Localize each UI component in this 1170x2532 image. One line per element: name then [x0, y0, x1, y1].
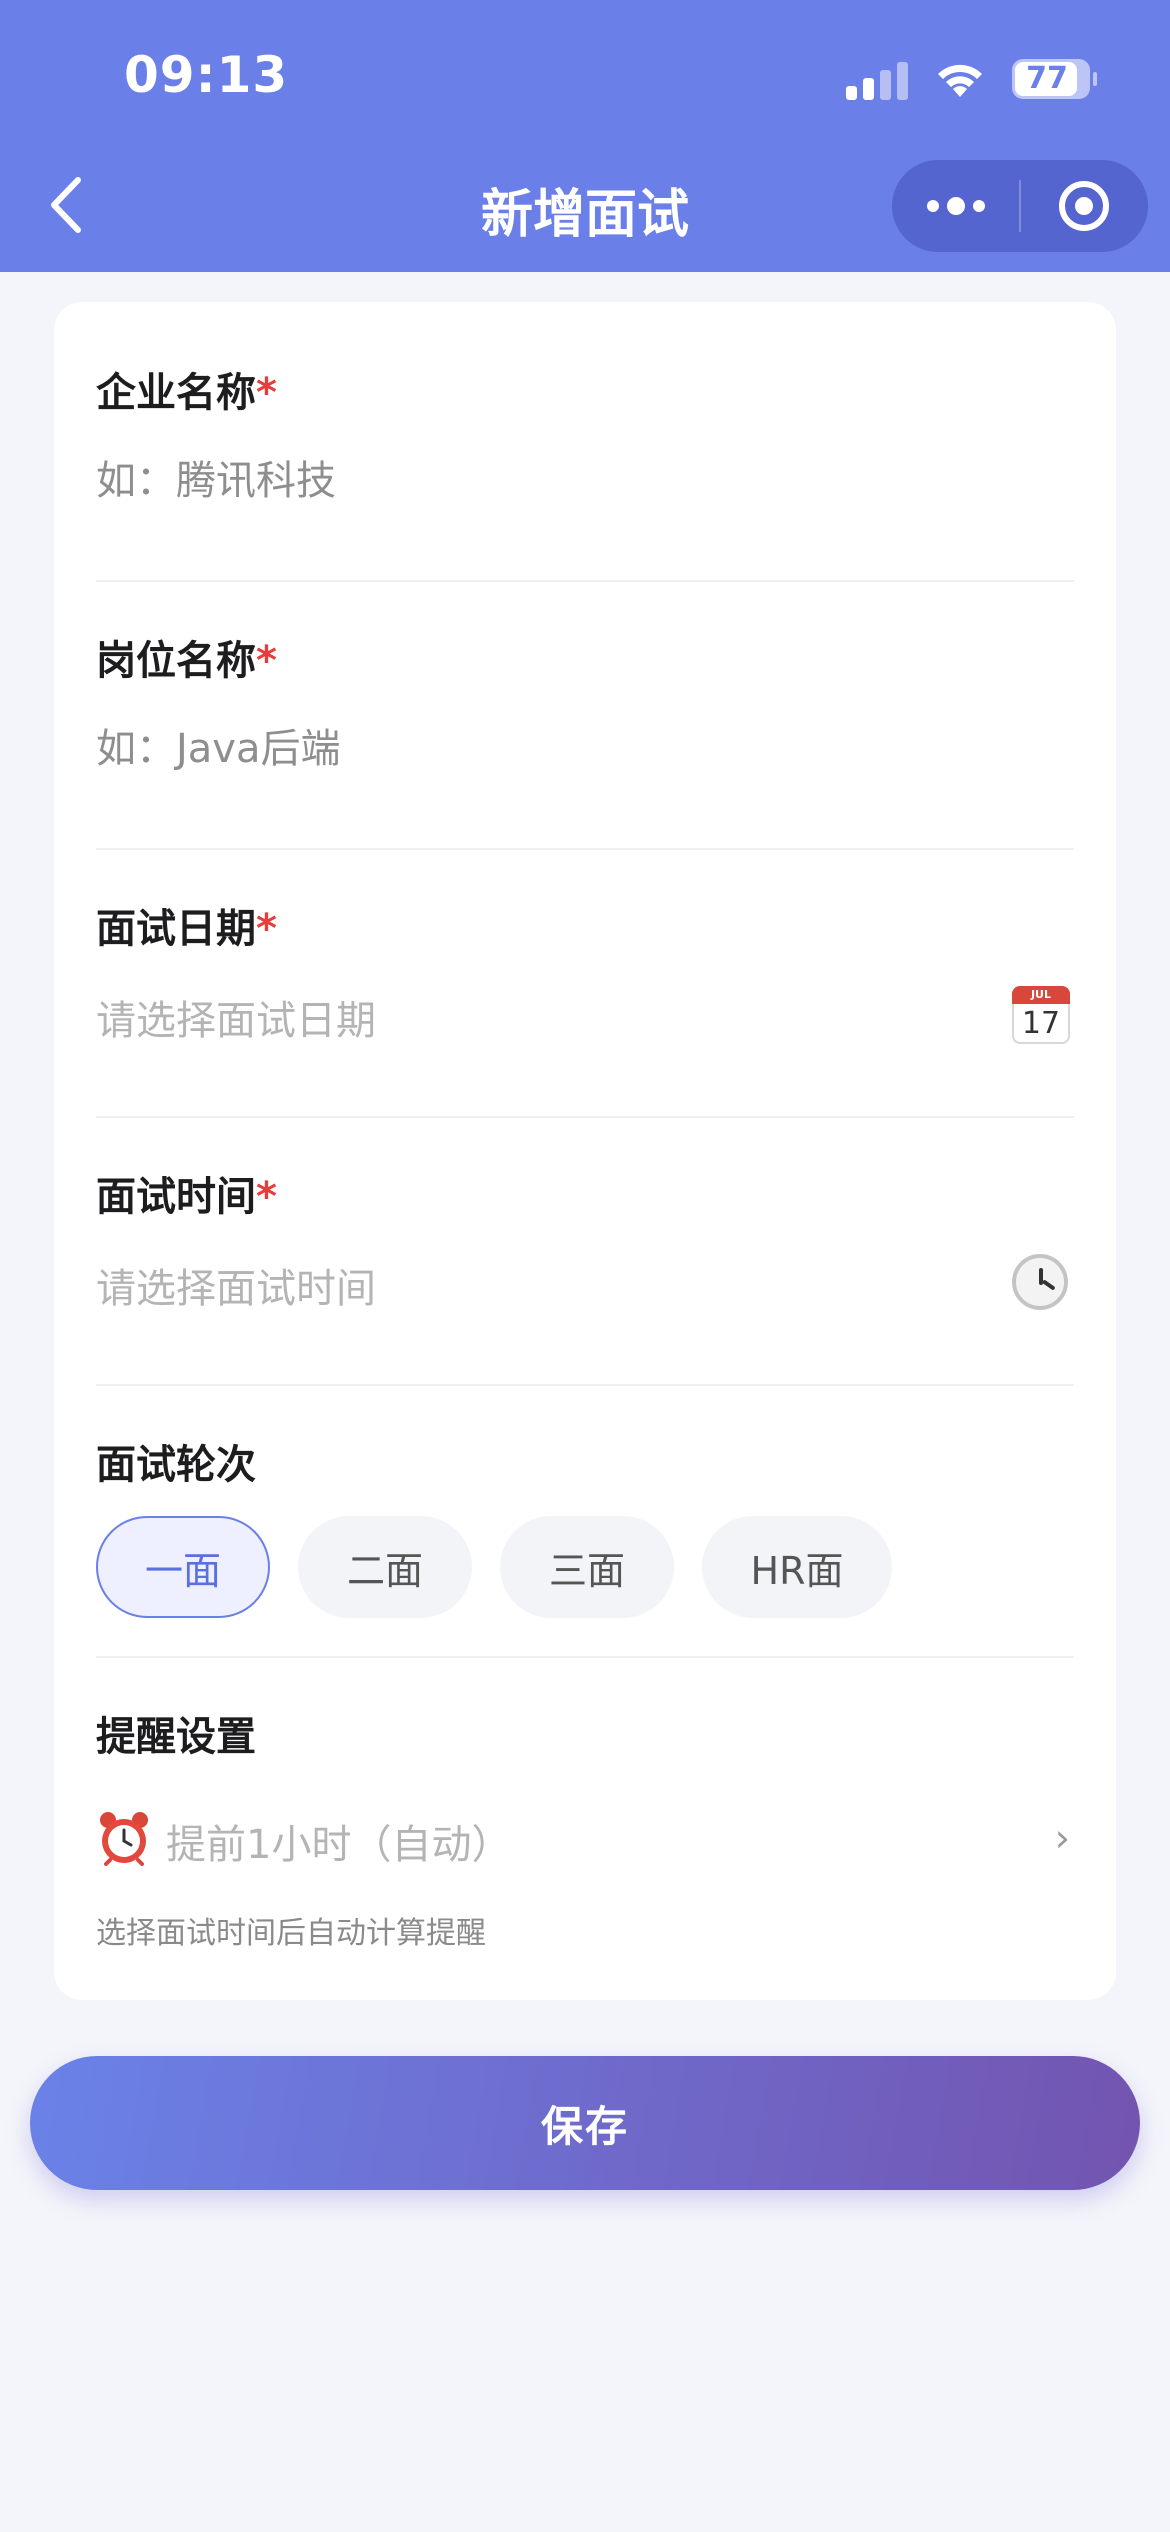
time-field: 面试时间* 请选择面试时间 — [96, 1164, 1070, 1312]
status-time: 09:13 — [124, 46, 289, 104]
alarm-clock-icon — [100, 1812, 148, 1866]
chevron-right-icon: › — [1054, 1816, 1070, 1860]
round-option-third[interactable]: 三面 — [500, 1516, 674, 1618]
calendar-icon: JUL 17 — [1012, 986, 1070, 1044]
reminder-hint: 选择面试时间后自动计算提醒 — [96, 1916, 486, 1951]
battery-level: 77 — [1026, 61, 1068, 96]
signal-icon — [846, 58, 908, 100]
round-option-first[interactable]: 一面 — [96, 1516, 270, 1618]
divider — [96, 848, 1074, 850]
required-mark: * — [256, 906, 277, 952]
divider — [96, 1656, 1074, 1658]
date-placeholder: 请选择面试日期 — [96, 998, 376, 1044]
position-input[interactable] — [96, 714, 1070, 784]
save-button[interactable]: 保存 — [30, 2056, 1140, 2190]
date-picker[interactable]: 请选择面试日期 JUL 17 — [96, 982, 1070, 1052]
company-input[interactable] — [96, 446, 1070, 516]
divider — [96, 1116, 1074, 1118]
reminder-selector[interactable]: 提前1小时（自动） › — [96, 1806, 1070, 1876]
close-program-button[interactable] — [1021, 160, 1148, 252]
more-button[interactable] — [892, 160, 1019, 252]
round-option-second[interactable]: 二面 — [298, 1516, 472, 1618]
round-field: 面试轮次 — [96, 1432, 1070, 1490]
time-placeholder: 请选择面试时间 — [96, 1266, 376, 1312]
reminder-label: 提醒设置 — [96, 1714, 256, 1760]
round-options: 一面 二面 三面 HR面 — [96, 1516, 892, 1618]
required-mark: * — [256, 370, 277, 416]
round-label: 面试轮次 — [96, 1442, 256, 1488]
date-field: 面试日期* 请选择面试日期 JUL 17 — [96, 896, 1070, 1044]
time-picker[interactable]: 请选择面试时间 — [96, 1250, 1070, 1320]
battery-icon: 77 — [1012, 59, 1097, 99]
divider — [96, 1384, 1074, 1386]
date-label: 面试日期* — [96, 906, 277, 952]
position-label: 岗位名称* — [96, 638, 277, 684]
required-mark: * — [256, 638, 277, 684]
target-circle-icon — [1059, 181, 1110, 231]
position-field: 岗位名称* — [96, 628, 1070, 784]
more-dots-icon — [926, 197, 985, 215]
company-field: 企业名称* — [96, 360, 1070, 516]
time-label: 面试时间* — [96, 1174, 277, 1220]
header-bar: 09:13 77 新增面试 — [0, 0, 1170, 272]
wifi-icon — [938, 64, 982, 97]
status-icons: 77 — [846, 54, 1097, 104]
divider — [96, 580, 1074, 582]
clock-icon — [1012, 1254, 1068, 1310]
reminder-field: 提醒设置 — [96, 1704, 1070, 1762]
reminder-value: 提前1小时（自动） — [166, 1822, 512, 1868]
calendar-day: 17 — [1021, 1006, 1061, 1041]
round-option-hr[interactable]: HR面 — [702, 1516, 892, 1618]
mini-program-capsule — [892, 160, 1148, 252]
required-mark: * — [256, 1174, 277, 1220]
form-card: 企业名称* 岗位名称* 面试日期* 请选择面试日期 JUL 17 面试时间* 请… — [54, 302, 1116, 2000]
calendar-month: JUL — [1012, 986, 1070, 1004]
company-label: 企业名称* — [96, 370, 277, 416]
